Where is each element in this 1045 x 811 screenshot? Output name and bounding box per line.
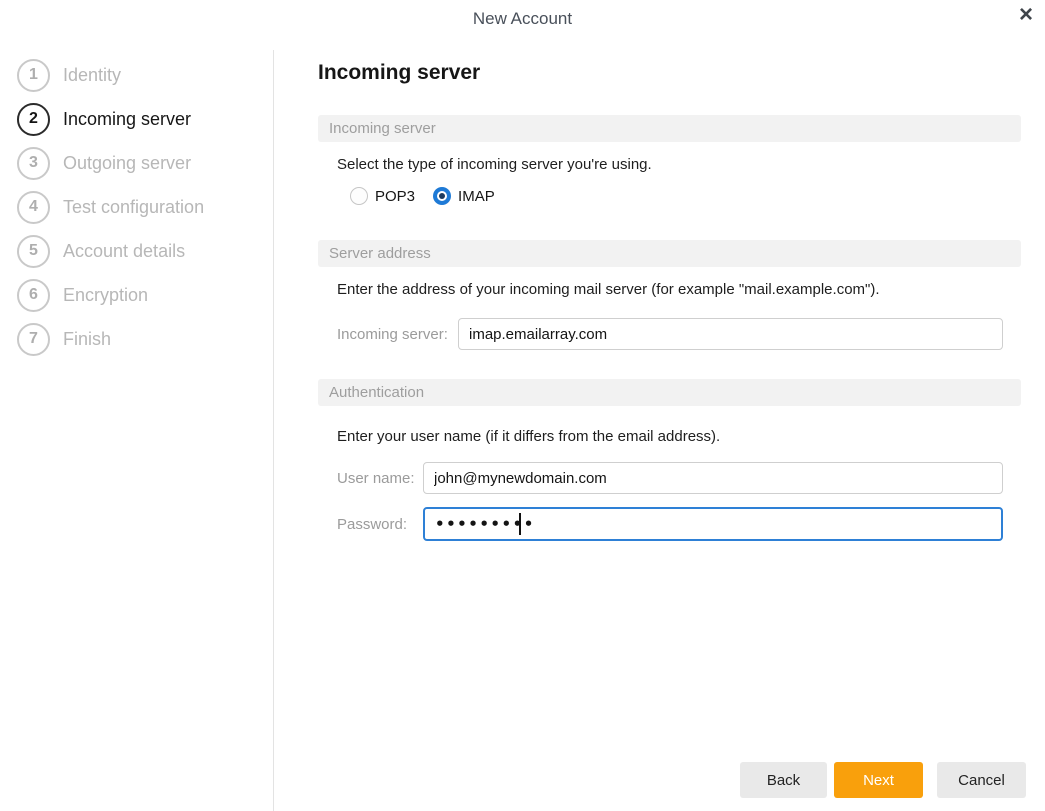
password-input[interactable]	[423, 507, 1003, 541]
incoming-server-label: Incoming server:	[337, 326, 448, 343]
step-label: Finish	[63, 328, 112, 349]
wizard-steps: 1 Identity 2 Incoming server 3 Outgoing …	[17, 53, 267, 361]
step-label: Identity	[63, 64, 122, 85]
step-label: Test configuration	[63, 196, 205, 217]
close-icon[interactable]: ×	[1019, 2, 1033, 28]
step-number-badge: 1	[17, 58, 50, 92]
step-number-badge: 7	[17, 322, 50, 356]
step-item-account-details[interactable]: 5 Account details	[17, 229, 267, 273]
authentication-description: Enter your user name (if it differs from…	[337, 428, 721, 445]
server-type-radio-group: POP3 IMAP	[350, 187, 495, 205]
step-number-badge: 3	[17, 146, 50, 180]
wizard-title: New Account	[472, 9, 573, 28]
step-label: Encryption	[63, 284, 149, 305]
radio-imap-label: IMAP	[458, 187, 495, 205]
section-header-incoming-server: Incoming server	[318, 115, 1021, 142]
step-item-test-configuration[interactable]: 4 Test configuration	[17, 185, 267, 229]
sidebar-divider	[273, 50, 274, 811]
server-address-description: Enter the address of your incoming mail …	[337, 281, 880, 298]
step-label: Incoming server	[63, 108, 192, 129]
text-caret	[519, 513, 521, 535]
radio-pop3-label: POP3	[375, 187, 416, 205]
radio-pop3-icon[interactable]	[350, 187, 368, 205]
step-item-encryption[interactable]: 6 Encryption	[17, 273, 267, 317]
step-label: Account details	[63, 240, 186, 261]
step-number-badge: 4	[17, 190, 50, 224]
section-header-authentication: Authentication	[318, 379, 1021, 406]
step-item-outgoing-server[interactable]: 3 Outgoing server	[17, 141, 267, 185]
radio-option-pop3[interactable]: POP3	[350, 187, 415, 205]
step-number-badge: 6	[17, 278, 50, 312]
step-number-badge: 5	[17, 234, 50, 268]
step-item-incoming-server[interactable]: 2 Incoming server	[17, 97, 267, 141]
radio-option-imap[interactable]: IMAP	[433, 187, 495, 205]
radio-imap-icon[interactable]	[433, 187, 452, 205]
step-item-finish[interactable]: 7 Finish	[17, 317, 267, 361]
username-label: User name:	[337, 470, 415, 487]
server-type-description: Select the type of incoming server you'r…	[337, 156, 652, 173]
page-title: Incoming server	[318, 61, 481, 84]
back-button[interactable]: Back	[740, 762, 827, 798]
cancel-button[interactable]: Cancel	[937, 762, 1026, 798]
next-button[interactable]: Next	[834, 762, 923, 798]
incoming-server-input[interactable]	[458, 318, 1003, 350]
step-number-badge: 2	[17, 102, 50, 136]
step-item-identity[interactable]: 1 Identity	[17, 53, 267, 97]
section-header-server-address: Server address	[318, 240, 1021, 267]
username-input[interactable]	[423, 462, 1003, 494]
step-label: Outgoing server	[63, 152, 192, 173]
password-label: Password:	[337, 516, 408, 533]
